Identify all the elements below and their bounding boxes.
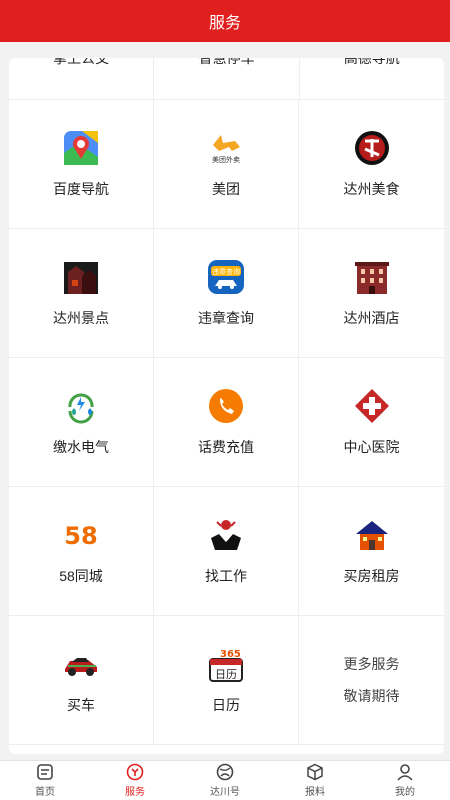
find-job-icon: [207, 516, 245, 554]
tab-label: 我的: [395, 787, 415, 798]
bottom-tab-bar: 首页 服务 达川号 报料 我的: [0, 760, 450, 800]
calendar-icon: 365 日历: [207, 645, 245, 683]
more-services: 更多服务 敬请期待: [299, 616, 444, 745]
service-label: 达州酒店: [343, 310, 400, 326]
globe-icon: [216, 763, 234, 781]
service-calendar[interactable]: 365 日历 日历: [154, 616, 299, 745]
phone-recharge-icon: [207, 387, 245, 425]
tab-report[interactable]: 报料: [270, 761, 360, 800]
service-label: 美团: [212, 181, 240, 197]
baidu-map-icon: [62, 129, 100, 167]
service-traffic-violation[interactable]: 违章查询 违章查询: [154, 229, 299, 358]
services-grid: 百度导航 美团外卖 美团 达州美食 达州景点 违章查询 违章查询 达州酒店 缴水…: [9, 100, 444, 745]
service-label: 智慧停车: [198, 58, 255, 66]
service-meituan[interactable]: 美团外卖 美团: [154, 100, 299, 229]
service-hospital[interactable]: 中心医院: [299, 358, 444, 487]
tab-label: 首页: [35, 787, 55, 798]
meituan-icon: 美团外卖: [207, 129, 245, 167]
service-baidu-nav[interactable]: 百度导航: [9, 100, 154, 229]
service-label: 买车: [67, 697, 95, 713]
tab-label: 报料: [305, 787, 325, 798]
page-title: 服务: [208, 15, 241, 32]
service-label: 58同城: [59, 568, 103, 584]
service-icon: [126, 763, 144, 781]
tab-label: 达川号: [210, 787, 240, 798]
tab-mine[interactable]: 我的: [360, 761, 450, 800]
tab-dachuan[interactable]: 达川号: [180, 761, 270, 800]
meituan-text: 美团外卖: [212, 155, 240, 164]
more-services-line1: 更多服务: [343, 656, 400, 672]
violation-text: 违章查询: [212, 267, 240, 276]
cube-icon: [306, 763, 324, 781]
header-bar: 服务: [0, 0, 450, 42]
dazhou-food-icon: [353, 129, 391, 167]
service-dazhou-attractions[interactable]: 达州景点: [9, 229, 154, 358]
service-label: 达州美食: [343, 181, 400, 197]
service-58-city[interactable]: 58 58同城: [9, 487, 154, 616]
service-label: 缴水电气: [53, 439, 109, 455]
partial-row: 掌上公交 智慧停车 高德导航: [9, 58, 444, 100]
more-services-line2: 敬请期待: [343, 688, 400, 704]
service-label: 达州景点: [53, 310, 109, 326]
service-parking[interactable]: 智慧停车: [154, 58, 300, 99]
services-card: 掌上公交 智慧停车 高德导航 百度导航 美团外卖 美团 达州美食 达州景点 违章…: [9, 58, 444, 754]
tab-label: 服务: [125, 787, 145, 798]
58-text: 58: [64, 522, 97, 550]
dazhou-attractions-icon: [62, 258, 100, 296]
dazhou-hotel-icon: [353, 258, 391, 296]
service-utilities[interactable]: 缴水电气: [9, 358, 154, 487]
service-find-job[interactable]: 找工作: [154, 487, 299, 616]
service-label: 违章查询: [198, 310, 254, 326]
service-house-rent[interactable]: 买房租房: [299, 487, 444, 616]
service-phone-recharge[interactable]: 话费充值: [154, 358, 299, 487]
service-label: 买房租房: [343, 568, 400, 584]
service-buy-car[interactable]: 买车: [9, 616, 154, 745]
service-label: 日历: [212, 697, 240, 713]
utilities-payment-icon: [62, 387, 100, 425]
service-label: 百度导航: [53, 181, 109, 197]
hospital-icon: [353, 387, 391, 425]
traffic-violation-icon: 违章查询: [207, 258, 245, 296]
service-amap[interactable]: 高德导航: [300, 58, 444, 99]
house-rent-icon: [353, 516, 391, 554]
user-icon: [396, 763, 414, 781]
service-label: 话费充值: [198, 439, 254, 455]
calendar-word: 日历: [215, 668, 237, 681]
service-label: 高德导航: [343, 58, 400, 66]
tab-home[interactable]: 首页: [0, 761, 90, 800]
service-dazhou-hotel[interactable]: 达州酒店: [299, 229, 444, 358]
service-label: 中心医院: [343, 439, 400, 455]
buy-car-icon: [62, 645, 100, 683]
service-label: 找工作: [205, 568, 247, 584]
service-bus[interactable]: 掌上公交: [9, 58, 155, 99]
service-dazhou-food[interactable]: 达州美食: [299, 100, 444, 229]
home-icon: [36, 763, 54, 781]
service-label: 掌上公交: [53, 58, 110, 66]
58-city-icon: 58: [62, 516, 100, 554]
tab-service[interactable]: 服务: [90, 761, 180, 800]
